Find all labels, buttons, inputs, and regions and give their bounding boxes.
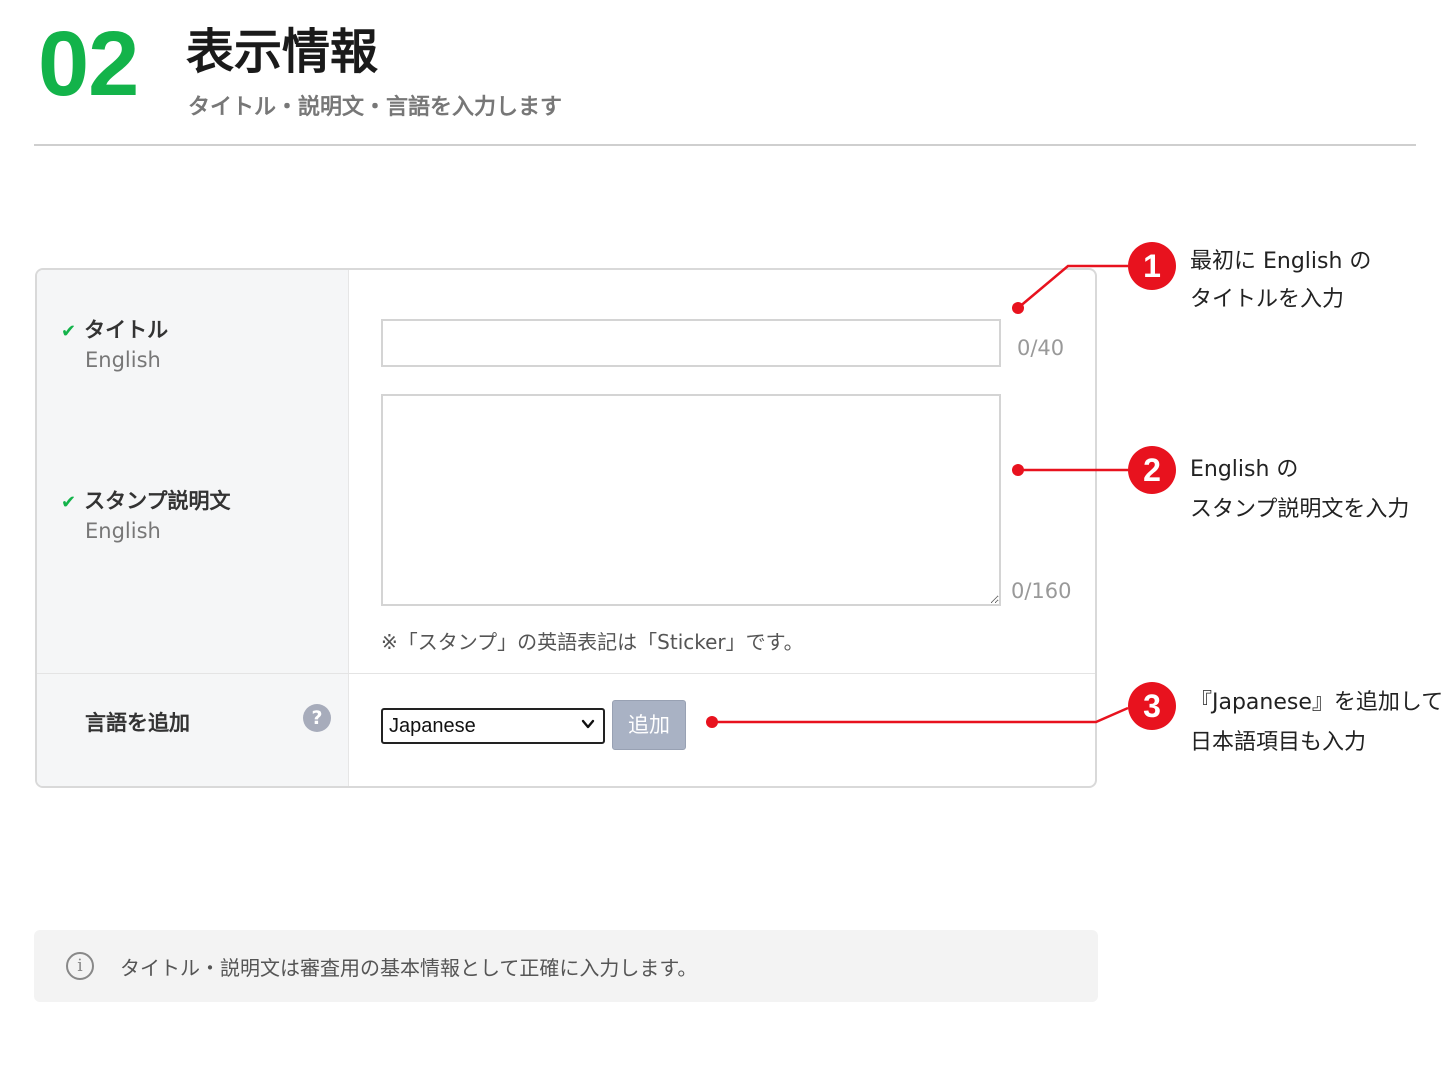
annotation-2-line1: English の [1190,457,1299,482]
callout-lines [706,264,1129,728]
annotation-note-2: English の スタンプ説明文を入力 [1190,450,1409,530]
info-notice-text: タイトル・説明文は審査用の基本情報として正確に入力します。 [120,956,698,980]
annotation-badge-1: 1 [1128,242,1176,290]
callout-line-3 [706,706,1129,728]
annotation-1-line2: タイトルを入力 [1190,287,1345,312]
annotation-3-line2: 日本語項目も入力 [1190,730,1367,755]
info-notice: i タイトル・説明文は審査用の基本情報として正確に入力します。 [34,930,1098,1002]
annotation-1-line1: 最初に English の [1190,249,1372,274]
annotation-badge-3: 3 [1128,682,1176,730]
callout-line-1 [1012,264,1128,314]
info-icon: i [66,952,94,980]
annotation-2-line2: スタンプ説明文を入力 [1190,497,1410,522]
annotation-badge-2: 2 [1128,446,1176,494]
annotation-3-line1: 『Japanese』を追加して [1190,690,1444,715]
callout-line-2 [1012,464,1128,476]
annotation-note-3: 『Japanese』を追加して 日本語項目も入力 [1190,683,1443,763]
annotation-note-1: 最初に English の タイトルを入力 [1190,243,1371,319]
